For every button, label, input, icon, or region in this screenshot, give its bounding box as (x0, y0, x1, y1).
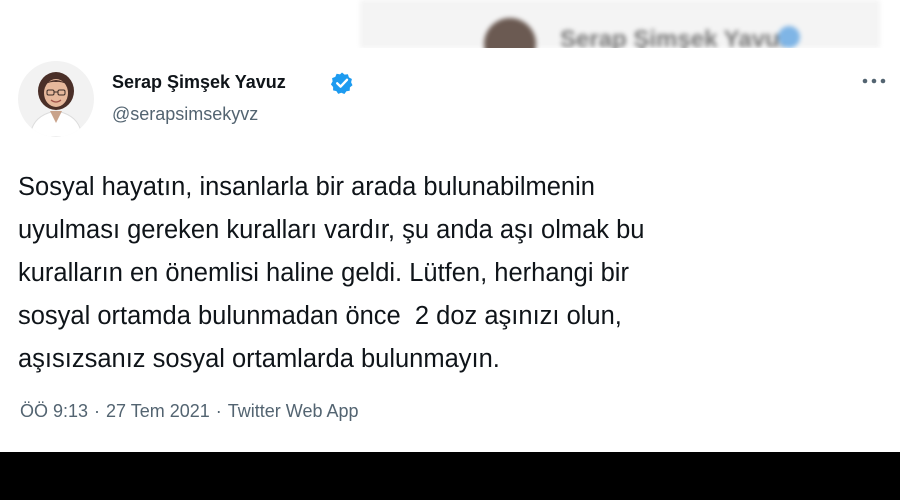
verified-badge-icon (330, 71, 354, 95)
tweet-date[interactable]: 27 Tem 2021 (106, 401, 210, 421)
background-tweet-header: Serap Şimşek Yavuz (360, 0, 880, 48)
avatar[interactable] (18, 61, 94, 137)
more-options-icon (862, 78, 886, 84)
background-avatar (484, 18, 536, 48)
tweet-source[interactable]: Twitter Web App (228, 401, 359, 421)
meta-separator: · (94, 401, 101, 421)
background-tweet-strip: Serap Şimşek Yavuz (0, 0, 900, 48)
tweet-text: Sosyal hayatın, insanlarla bir arada bul… (18, 166, 884, 381)
tweet-text-line: uyulması gereken kuralları vardır, şu an… (18, 216, 645, 244)
profile-photo (18, 61, 94, 137)
background-verified-icon (778, 26, 800, 48)
author-name[interactable]: Serap Şimşek Yavuz (112, 72, 286, 93)
tweet-time[interactable]: ÖÖ 9:13 (20, 401, 88, 421)
more-options-button[interactable] (857, 66, 893, 96)
meta-separator: · (215, 401, 222, 421)
tweet-text-line: sosyal ortamda bulunmadan önce 2 doz aşı… (18, 302, 622, 330)
tweet-text-line: kuralların en önemlisi haline geldi. Lüt… (18, 259, 629, 287)
tweet-text-line: aşısızsanız sosyal ortamlarda bulunmayın… (18, 345, 500, 373)
screenshot-stage: Serap Şimşek Yavuz Serap Şimşek Yavuz @s… (0, 0, 900, 500)
tweet-metadata: ÖÖ 9:13 · 27 Tem 2021 · Twitter Web App (20, 401, 359, 422)
tweet-card: Serap Şimşek Yavuz @serapsimsekyvz Sosya… (0, 48, 900, 452)
author-handle[interactable]: @serapsimsekyvz (112, 104, 258, 125)
background-author-name: Serap Şimşek Yavuz (560, 26, 792, 48)
tweet-text-line: Sosyal hayatın, insanlarla bir arada bul… (18, 173, 595, 201)
